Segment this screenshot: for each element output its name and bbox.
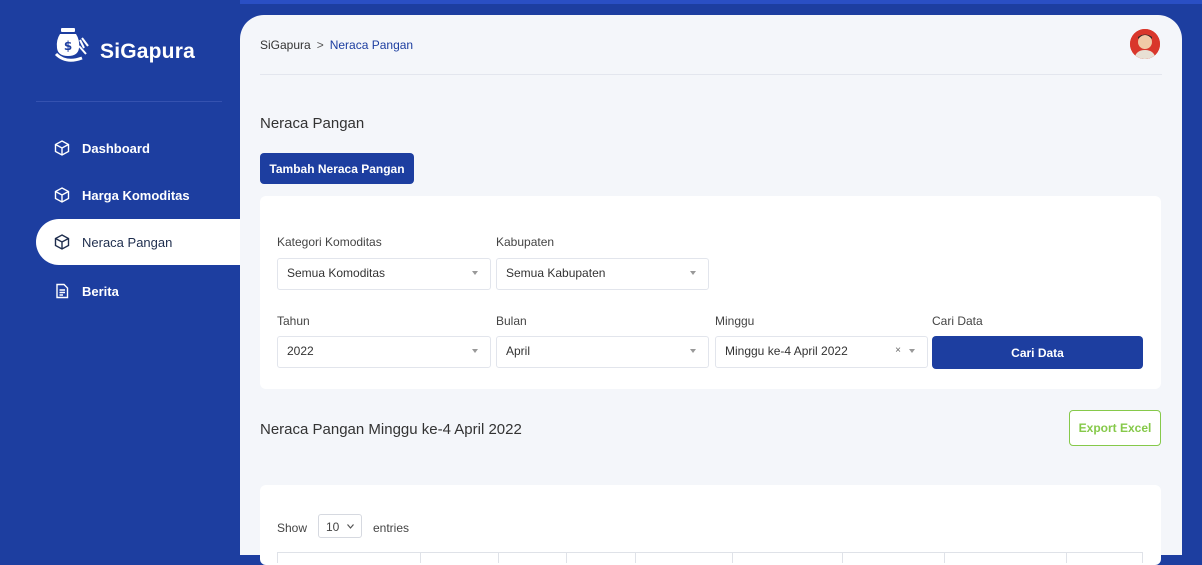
- show-label: Show: [277, 521, 308, 535]
- cube-icon: [54, 234, 70, 250]
- table-column-divider: [1066, 553, 1067, 563]
- entries-label: entries: [373, 521, 410, 535]
- chevron-down-icon: [690, 349, 696, 353]
- minggu-select[interactable]: Minggu ke-4 April 2022 ×: [715, 336, 928, 368]
- minggu-label: Minggu: [715, 314, 755, 328]
- entries-length-select[interactable]: 10: [318, 514, 362, 538]
- export-excel-button[interactable]: Export Excel: [1069, 410, 1161, 446]
- cube-icon: [54, 140, 70, 156]
- sidebar-item-dashboard[interactable]: Dashboard: [36, 125, 240, 171]
- sidebar-item-label: Neraca Pangan: [82, 234, 173, 250]
- table-header: [277, 552, 1143, 563]
- table-column-divider: [1142, 553, 1143, 563]
- logo-icon: $: [52, 26, 92, 66]
- sidebar-item-label: Dashboard: [82, 140, 150, 156]
- results-title: Neraca Pangan Minggu ke-4 April 2022: [260, 421, 522, 438]
- breadcrumb-current: Neraca Pangan: [329, 38, 414, 52]
- filter-card: Kategori Komoditas Semua Komoditas Kabup…: [260, 196, 1161, 389]
- chevron-down-icon: [472, 271, 478, 275]
- bulan-label: Bulan: [496, 314, 527, 328]
- page-title: Neraca Pangan: [260, 115, 365, 132]
- sidebar-item-label: Harga Komoditas: [82, 187, 190, 203]
- breadcrumb-separator: >: [316, 38, 324, 52]
- document-icon: [54, 283, 70, 299]
- kategori-label: Kategori Komoditas: [277, 235, 382, 249]
- sidebar-item-harga-komoditas[interactable]: Harga Komoditas: [36, 172, 240, 218]
- sidebar-divider: [36, 101, 222, 102]
- sidebar-item-label: Berita: [82, 283, 119, 299]
- tahun-label: Tahun: [277, 314, 310, 328]
- avatar[interactable]: [1130, 29, 1160, 59]
- breadcrumb-root[interactable]: SiGapura: [260, 38, 311, 52]
- sidebar-item-neraca-pangan[interactable]: Neraca Pangan: [36, 219, 240, 265]
- cube-icon: [54, 187, 70, 203]
- breadcrumb: SiGapura > Neraca Pangan: [260, 38, 413, 52]
- main-panel: SiGapura > Neraca Pangan Neraca Pangan Tam…: [240, 15, 1182, 565]
- clear-icon[interactable]: ×: [895, 345, 901, 356]
- table-column-divider: [732, 553, 733, 563]
- kabupaten-value: Semua Kabupaten: [506, 266, 606, 280]
- add-neraca-pangan-button[interactable]: Tambah Neraca Pangan: [260, 153, 414, 184]
- kabupaten-select[interactable]: Semua Kabupaten: [496, 258, 709, 290]
- sidebar-corner: [240, 195, 264, 219]
- chevron-down-icon: [347, 524, 354, 529]
- chevron-down-icon: [472, 349, 478, 353]
- table-column-divider: [420, 553, 421, 563]
- table-column-divider: [842, 553, 843, 563]
- sidebar: $ SiGapura Dashboard Harga Komoditas Ner…: [0, 0, 240, 547]
- kategori-select[interactable]: Semua Komoditas: [277, 258, 491, 290]
- sidebar-item-berita[interactable]: Berita: [36, 268, 240, 314]
- cari-data-button[interactable]: Cari Data: [932, 336, 1143, 369]
- table-column-divider: [498, 553, 499, 563]
- table-column-divider: [566, 553, 567, 563]
- bulan-value: April: [506, 344, 531, 358]
- svg-text:$: $: [64, 39, 72, 53]
- chevron-down-icon: [909, 349, 915, 353]
- chevron-down-icon: [690, 271, 696, 275]
- table-column-divider: [635, 553, 636, 563]
- entries-length-value: 10: [326, 520, 340, 534]
- table-column-divider: [944, 553, 945, 563]
- kabupaten-label: Kabupaten: [496, 235, 555, 249]
- kategori-value: Semua Komoditas: [287, 266, 386, 280]
- cari-data-label: Cari Data: [932, 314, 983, 328]
- tahun-value: 2022: [287, 344, 314, 358]
- bulan-select[interactable]: April: [496, 336, 709, 368]
- table-column-divider: [277, 553, 278, 563]
- minggu-value: Minggu ke-4 April 2022: [725, 344, 848, 358]
- tahun-select[interactable]: 2022: [277, 336, 491, 368]
- header-divider: [260, 74, 1162, 75]
- app-name: SiGapura: [100, 40, 195, 63]
